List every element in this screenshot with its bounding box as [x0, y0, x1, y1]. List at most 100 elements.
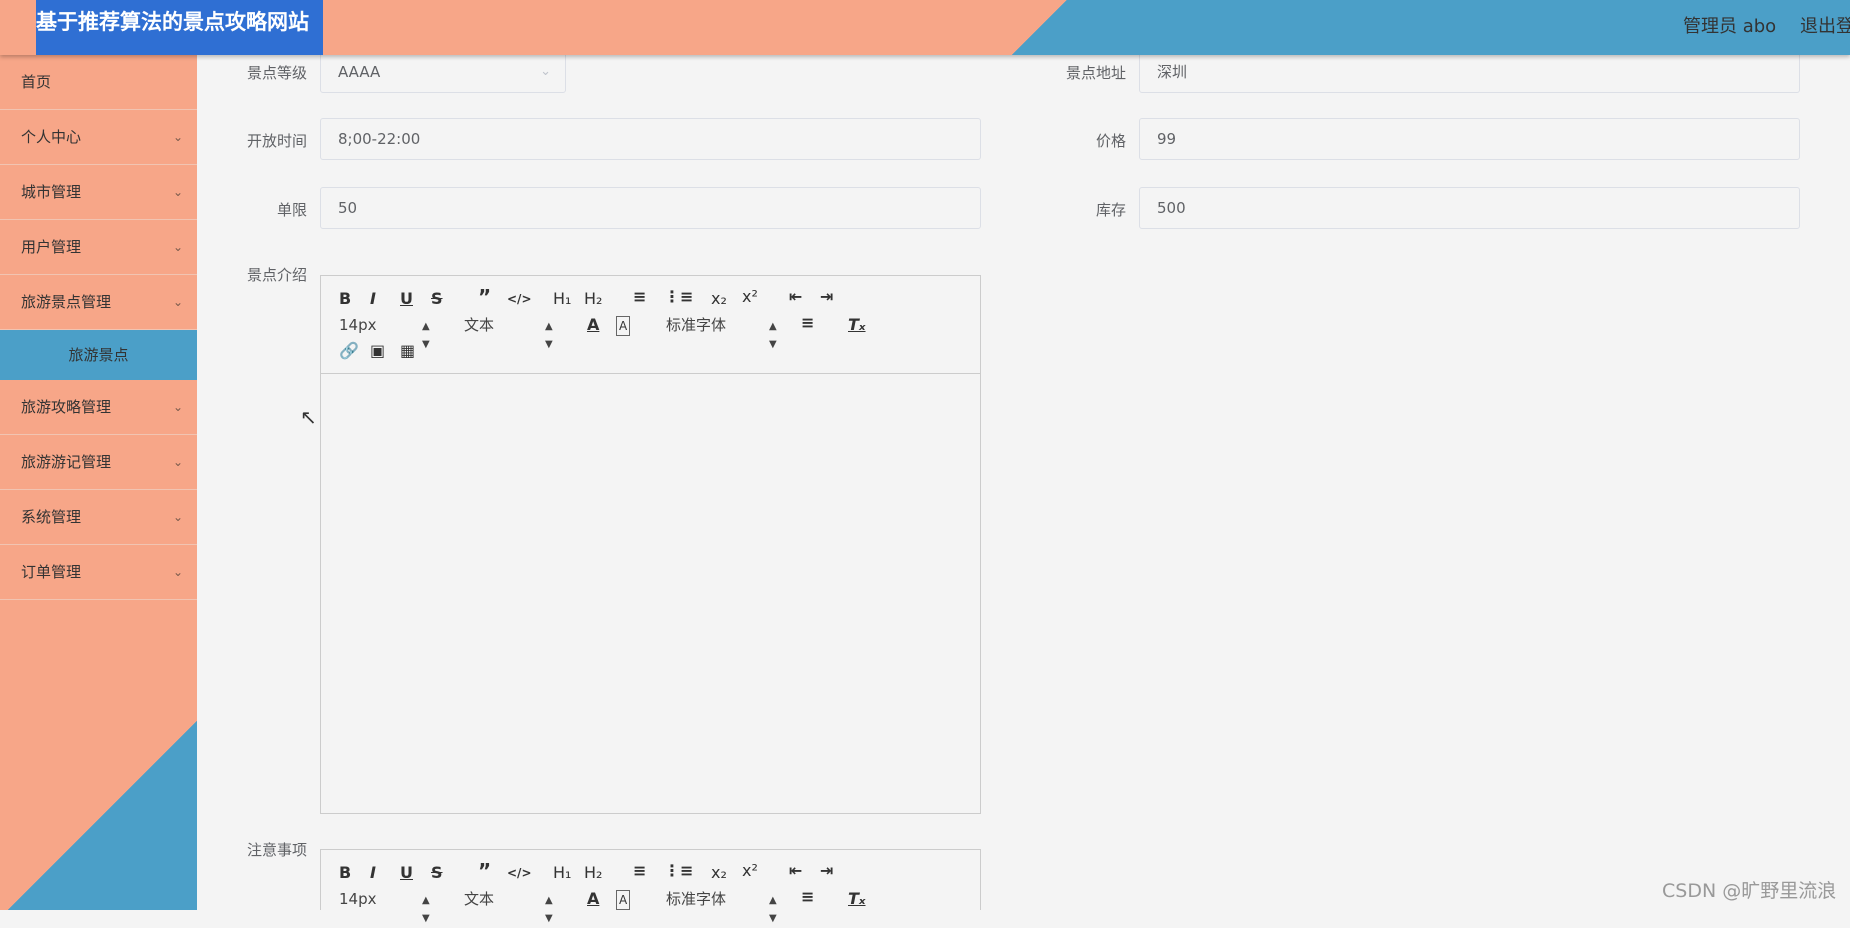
sidebar-item-attractions[interactable]: 旅游景点管理 ⌄	[0, 275, 197, 330]
heading-2-icon[interactable]: H₂	[584, 864, 602, 882]
sidebar-item-label: 旅游攻略管理	[21, 398, 112, 416]
heading-1-icon[interactable]: H₁	[553, 290, 571, 308]
align-icon[interactable]: ≡	[801, 888, 814, 906]
sidebar-item-travelogues[interactable]: 旅游游记管理 ⌄	[0, 435, 197, 490]
stock-label: 库存	[1095, 201, 1126, 219]
limit-label: 单限	[276, 201, 307, 219]
sidebar-item-label: 个人中心	[21, 128, 82, 146]
logout-link[interactable]: 退出登录	[1800, 12, 1850, 38]
video-icon[interactable]: ▦	[400, 342, 415, 360]
notes-editor: B I U S ” </> H₁ H₂ ≡ ⋮≡ x₂ x² ⇤ ⇥ 14px …	[320, 849, 981, 924]
level-select[interactable]: AAAA ⌄	[320, 51, 566, 93]
underline-icon[interactable]: U	[400, 864, 413, 882]
italic-icon[interactable]: I	[370, 864, 376, 882]
price-input[interactable]: 99	[1139, 118, 1800, 160]
link-icon[interactable]: 🔗	[339, 342, 359, 360]
header-value: 文本	[464, 890, 495, 908]
code-block-icon[interactable]: </>	[507, 864, 532, 882]
bold-icon[interactable]: B	[339, 864, 351, 882]
chevron-down-icon: ⌄	[172, 185, 183, 199]
font-size-value: 14px	[339, 890, 377, 908]
sidebar-item-label: 用户管理	[21, 238, 82, 256]
indent-icon[interactable]: ⇥	[820, 288, 833, 306]
image-icon[interactable]: ▣	[370, 342, 385, 360]
strikethrough-icon[interactable]: S	[431, 864, 443, 882]
font-family-select[interactable]: 标准字体 ▲ ▼	[666, 890, 777, 924]
sort-arrows-icon: ▲ ▼	[422, 321, 430, 350]
price-label: 价格	[1095, 132, 1126, 150]
font-color-icon[interactable]: A	[587, 316, 599, 334]
underline-icon[interactable]: U	[400, 290, 413, 308]
subscript-icon[interactable]: x₂	[711, 290, 727, 308]
sidebar-item-city[interactable]: 城市管理 ⌄	[0, 165, 197, 220]
sidebar-item-guides[interactable]: 旅游攻略管理 ⌄	[0, 380, 197, 435]
limit-input[interactable]: 50	[320, 187, 981, 229]
superscript-icon[interactable]: x²	[742, 862, 758, 880]
admin-user-label: 管理员 abo	[1683, 16, 1777, 37]
font-family-select[interactable]: 标准字体 ▲ ▼	[666, 316, 777, 350]
code-block-icon[interactable]: </>	[507, 290, 532, 308]
intro-editor-content[interactable]	[321, 374, 980, 813]
open-time-input[interactable]: 8;00-22:00	[320, 118, 981, 160]
bullet-list-icon[interactable]: ⋮≡	[664, 862, 693, 880]
sidebar-item-profile[interactable]: 个人中心 ⌄	[0, 110, 197, 165]
intro-editor: B I U S ” </> H₁ H₂ ≡ ⋮≡ x₂ x² ⇤ ⇥ 14px …	[320, 275, 981, 814]
clear-format-icon[interactable]: Tₓ	[848, 890, 866, 908]
address-input[interactable]: 深圳	[1139, 51, 1800, 93]
blockquote-icon[interactable]: ”	[478, 861, 491, 881]
ordered-list-icon[interactable]: ≡	[633, 288, 646, 306]
chevron-down-icon: ⌄	[540, 64, 551, 79]
chevron-down-icon: ⌄	[172, 240, 183, 254]
ordered-list-icon[interactable]: ≡	[633, 862, 646, 880]
strikethrough-icon[interactable]: S	[431, 290, 443, 308]
outdent-icon[interactable]: ⇤	[789, 862, 802, 880]
outdent-icon[interactable]: ⇤	[789, 288, 802, 306]
sidebar-item-label: 城市管理	[21, 183, 82, 201]
sidebar-item-users[interactable]: 用户管理 ⌄	[0, 220, 197, 275]
chevron-down-icon: ⌄	[172, 130, 183, 144]
chevron-down-icon: ⌄	[172, 455, 183, 469]
sort-arrows-icon: ▲ ▼	[769, 895, 777, 924]
stock-input[interactable]: 500	[1139, 187, 1800, 229]
background-color-icon[interactable]: A	[616, 316, 631, 336]
align-icon[interactable]: ≡	[801, 314, 814, 332]
blockquote-icon[interactable]: ”	[478, 287, 491, 307]
chevron-down-icon: ⌄	[172, 565, 183, 579]
csdn-watermark: CSDN @旷野里流浪	[1662, 880, 1837, 902]
header-select[interactable]: 文本 ▲ ▼	[464, 890, 554, 924]
bold-icon[interactable]: B	[339, 290, 351, 308]
sort-arrows-icon: ▲ ▼	[545, 895, 553, 924]
italic-icon[interactable]: I	[370, 290, 376, 308]
sort-arrows-icon: ▲ ▼	[545, 321, 553, 350]
clear-format-icon[interactable]: Tₓ	[848, 316, 866, 334]
font-family-value: 标准字体	[666, 316, 727, 334]
font-size-select[interactable]: 14px ▲ ▼	[339, 890, 430, 924]
bullet-list-icon[interactable]: ⋮≡	[664, 288, 693, 306]
heading-2-icon[interactable]: H₂	[584, 290, 602, 308]
sidebar-item-label: 系统管理	[21, 508, 82, 526]
header-select[interactable]: 文本 ▲ ▼	[464, 316, 554, 350]
background-color-icon[interactable]: A	[616, 890, 631, 910]
address-label: 景点地址	[1065, 64, 1126, 82]
sidebar-subitem-attraction[interactable]: 旅游景点	[0, 330, 197, 380]
sort-arrows-icon: ▲ ▼	[769, 321, 777, 350]
level-value: AAAA	[338, 63, 381, 81]
sidebar-item-label: 首页	[21, 73, 52, 91]
heading-1-icon[interactable]: H₁	[553, 864, 571, 882]
site-title: 基于推荐算法的景点攻略网站	[36, 0, 323, 55]
sort-arrows-icon: ▲ ▼	[422, 895, 430, 924]
sidebar-item-label: 旅游游记管理	[21, 453, 112, 471]
sidebar-item-system[interactable]: 系统管理 ⌄	[0, 490, 197, 545]
indent-icon[interactable]: ⇥	[820, 862, 833, 880]
editor-toolbar: B I U S ” </> H₁ H₂ ≡ ⋮≡ x₂ x² ⇤ ⇥ 14px …	[321, 850, 980, 924]
superscript-icon[interactable]: x²	[742, 288, 758, 306]
subscript-icon[interactable]: x₂	[711, 864, 727, 882]
sidebar-item-home[interactable]: 首页	[0, 55, 197, 110]
sidebar-item-orders[interactable]: 订单管理 ⌄	[0, 545, 197, 600]
font-color-icon[interactable]: A	[587, 890, 599, 908]
font-size-select[interactable]: 14px ▲ ▼	[339, 316, 430, 350]
sidebar-menu: 首页 个人中心 ⌄ 城市管理 ⌄ 用户管理 ⌄ 旅游景点管理 ⌄ 旅游景点 旅游…	[0, 55, 197, 910]
top-header: 基于推荐算法的景点攻略网站 管理员 abo 退出登录	[0, 0, 1850, 55]
chevron-down-icon: ⌄	[172, 510, 183, 524]
font-size-value: 14px	[339, 316, 377, 334]
